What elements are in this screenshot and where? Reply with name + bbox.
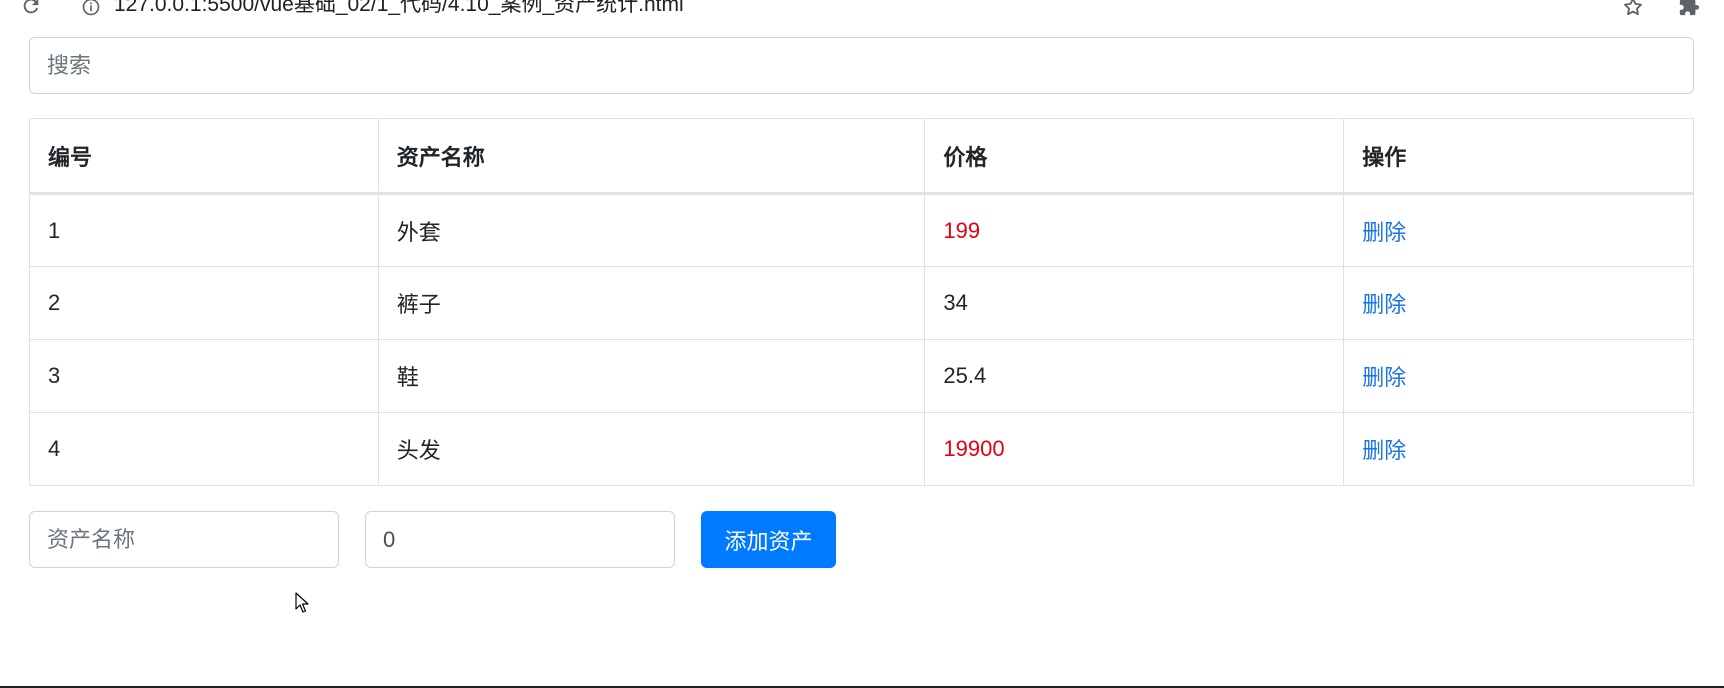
row-price: 19900 [924,412,1345,486]
delete-link[interactable]: 删除 [1362,292,1406,317]
info-icon[interactable] [80,0,102,18]
row-id: 1 [29,193,379,267]
add-asset-button[interactable]: 添加资产 [701,511,836,568]
url-text[interactable]: 127.0.0.1:5500/vue基础_02/1_代码/4.10_案例_资产统… [114,0,684,17]
star-icon[interactable] [1620,0,1646,19]
asset-name-input[interactable] [29,511,339,568]
assets-table: 编号 资产名称 价格 操作 1 外套 199 删除 2 裤子 34 删除 3 鞋… [29,118,1694,486]
mouse-cursor-icon [295,592,311,614]
delete-link[interactable]: 删除 [1362,438,1406,463]
table-row: 3 鞋 25.4 删除 [29,339,1694,413]
reload-icon[interactable] [18,0,44,18]
header-price: 价格 [924,118,1345,195]
table-header-row: 编号 资产名称 价格 操作 [29,118,1694,195]
row-name: 鞋 [377,339,926,413]
search-input[interactable] [29,37,1694,94]
extensions-icon[interactable] [1676,0,1702,18]
table-row: 4 头发 19900 删除 [29,412,1694,486]
row-price: 199 [924,193,1345,267]
table-row: 1 外套 199 删除 [29,193,1694,267]
delete-link[interactable]: 删除 [1362,220,1406,245]
table-row: 2 裤子 34 删除 [29,266,1694,340]
row-id: 4 [29,412,379,486]
row-name: 外套 [377,193,926,267]
header-action: 操作 [1343,118,1694,195]
row-action-cell: 删除 [1343,193,1694,267]
row-action-cell: 删除 [1343,412,1694,486]
row-id: 3 [29,339,379,413]
row-action-cell: 删除 [1343,266,1694,340]
row-name: 头发 [377,412,926,486]
row-price: 34 [924,266,1345,340]
delete-link[interactable]: 删除 [1362,365,1406,390]
row-name: 裤子 [377,266,926,340]
row-action-cell: 删除 [1343,339,1694,413]
asset-price-input[interactable] [365,511,675,568]
header-name: 资产名称 [377,118,926,195]
browser-address-bar: 127.0.0.1:5500/vue基础_02/1_代码/4.10_案例_资产统… [0,0,1724,22]
row-id: 2 [29,266,379,340]
header-id: 编号 [29,118,379,195]
row-price: 25.4 [924,339,1345,413]
